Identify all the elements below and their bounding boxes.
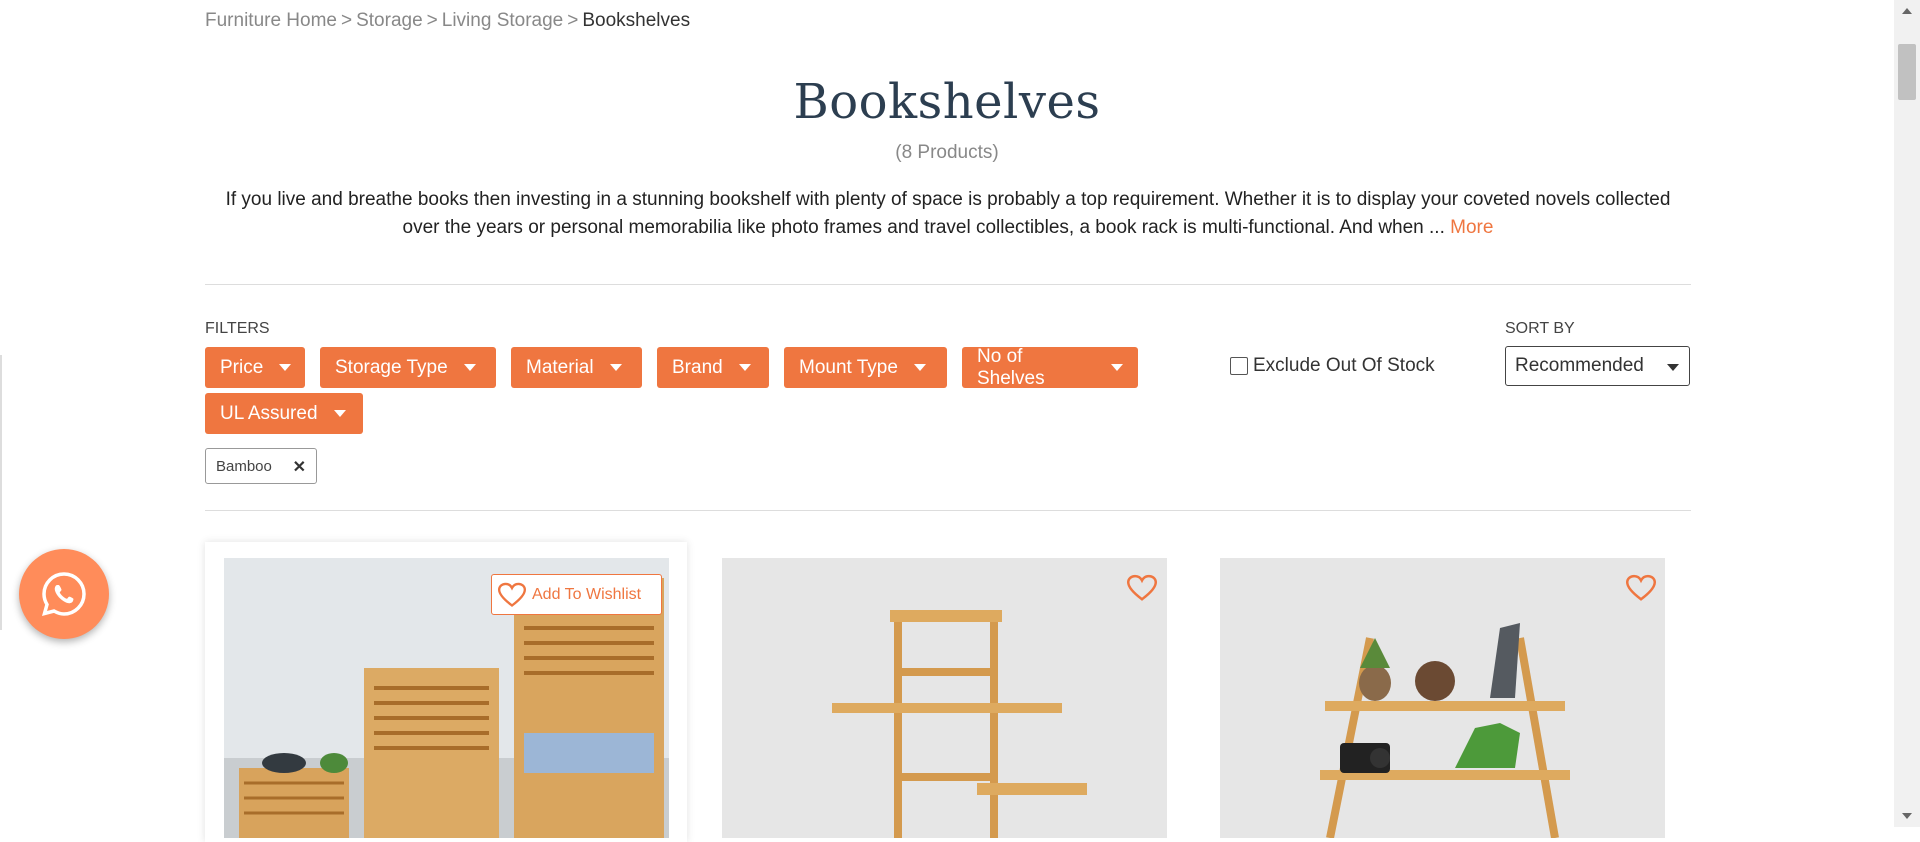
caret-down-icon bbox=[1111, 364, 1123, 371]
filter-material-button[interactable]: Material bbox=[511, 347, 642, 388]
filter-ul-assured-button[interactable]: UL Assured bbox=[205, 393, 363, 434]
product-image[interactable] bbox=[1220, 558, 1665, 838]
scrollbar[interactable] bbox=[1894, 0, 1920, 827]
filter-no-of-shelves-button[interactable]: No of Shelves bbox=[962, 345, 1138, 389]
caret-down-icon bbox=[738, 364, 751, 371]
breadcrumb-link-furniture-home[interactable]: Furniture Home bbox=[205, 10, 337, 31]
sort-select-value: Recommended bbox=[1515, 355, 1644, 376]
caret-down-icon bbox=[1667, 364, 1679, 371]
breadcrumb-separator: > bbox=[341, 10, 353, 31]
product-photo bbox=[1220, 558, 1665, 838]
sort-by-label: SORT BY bbox=[1505, 320, 1575, 337]
filter-label: Storage Type bbox=[335, 356, 448, 378]
filter-label: Price bbox=[220, 356, 264, 378]
scrollbar-thumb[interactable] bbox=[1898, 44, 1916, 100]
filter-label: Material bbox=[526, 356, 594, 378]
exclude-out-of-stock-label: Exclude Out Of Stock bbox=[1253, 355, 1435, 376]
filter-brand-button[interactable]: Brand bbox=[657, 347, 769, 388]
caret-down-icon bbox=[913, 364, 926, 371]
whatsapp-icon bbox=[41, 572, 86, 616]
add-to-wishlist-button[interactable]: Add To Wishlist bbox=[491, 574, 662, 615]
caret-down-icon bbox=[333, 410, 346, 417]
filter-label: Brand bbox=[672, 356, 723, 378]
breadcrumb: Furniture Home > Storage > Living Storage > Bo… bbox=[205, 10, 690, 32]
caret-down-icon bbox=[609, 364, 622, 371]
breadcrumb-link-living-storage[interactable]: Living Storage bbox=[442, 10, 563, 31]
breadcrumb-separator: > bbox=[567, 10, 579, 31]
filter-label: No of Shelves bbox=[977, 345, 1045, 389]
sort-select[interactable]: Recommended bbox=[1505, 346, 1690, 386]
scroll-down-icon[interactable] bbox=[1902, 813, 1912, 819]
filter-label: Mount Type bbox=[799, 356, 898, 378]
page-title: Bookshelves bbox=[793, 74, 1101, 130]
caret-down-icon bbox=[279, 364, 292, 371]
active-filter-chip: Bamboo ✕ bbox=[205, 448, 317, 484]
category-description: If you live and breathe books then inves… bbox=[205, 186, 1691, 242]
heart-icon[interactable] bbox=[1127, 574, 1157, 602]
heart-icon bbox=[498, 582, 526, 607]
heart-icon[interactable] bbox=[1626, 574, 1656, 602]
scroll-up-icon[interactable] bbox=[1902, 8, 1912, 14]
exclude-out-of-stock-checkbox[interactable] bbox=[1230, 357, 1248, 375]
breadcrumb-separator: > bbox=[426, 10, 438, 31]
filter-label: UL Assured bbox=[220, 402, 318, 424]
breadcrumb-current: Bookshelves bbox=[582, 10, 691, 31]
product-image[interactable] bbox=[722, 558, 1167, 838]
product-photo bbox=[722, 558, 1167, 838]
close-icon[interactable]: ✕ bbox=[293, 457, 306, 477]
filter-storage-type-button[interactable]: Storage Type bbox=[320, 347, 496, 388]
divider bbox=[205, 510, 1691, 511]
caret-down-icon bbox=[463, 364, 476, 371]
active-filter-chip-label: Bamboo bbox=[216, 457, 272, 475]
add-to-wishlist-label: Add To Wishlist bbox=[532, 585, 642, 603]
whatsapp-button[interactable] bbox=[19, 549, 109, 639]
product-count: (8 Products) bbox=[895, 142, 999, 163]
filter-mount-type-button[interactable]: Mount Type bbox=[784, 347, 947, 388]
filter-price-button[interactable]: Price bbox=[205, 347, 305, 388]
exclude-out-of-stock[interactable]: Exclude Out Of Stock bbox=[1230, 355, 1435, 377]
more-link[interactable]: More bbox=[1450, 217, 1493, 238]
side-panel-edge bbox=[0, 355, 2, 630]
divider bbox=[205, 284, 1691, 285]
filters-label: FILTERS bbox=[205, 320, 270, 337]
breadcrumb-link-storage[interactable]: Storage bbox=[356, 10, 423, 31]
